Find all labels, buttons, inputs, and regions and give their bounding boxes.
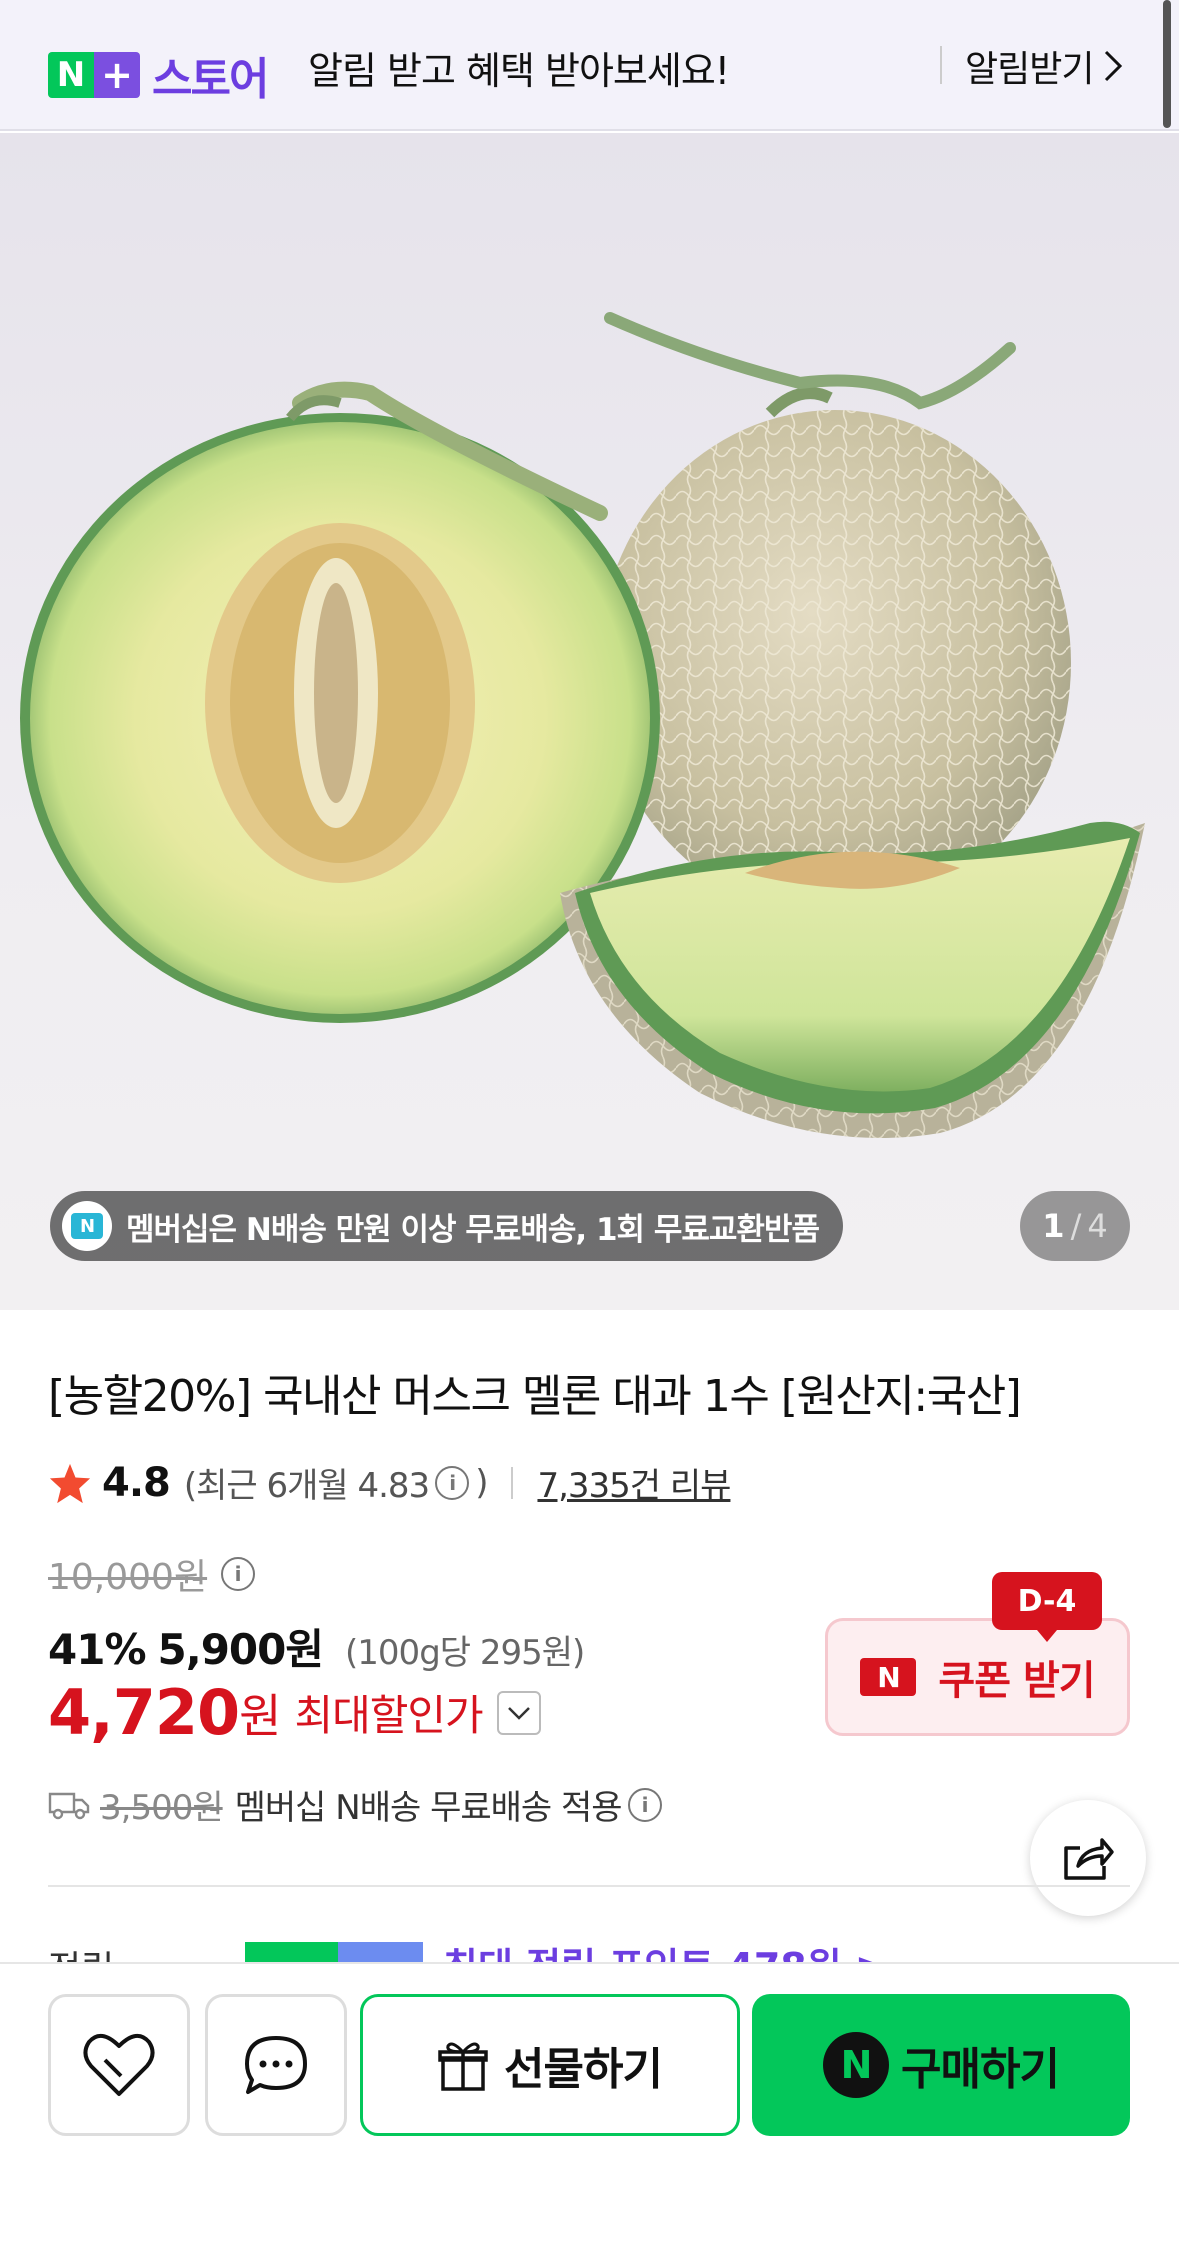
share-icon — [1064, 1838, 1114, 1880]
rating-score: 4.8 — [102, 1459, 171, 1506]
product-image-carousel[interactable]: N 멤버십은 N배송 만원 이상 무료배송, 1회 무료교환반품 1 / 4 — [0, 133, 1179, 1310]
discount-rate: 41% — [48, 1625, 147, 1674]
max-discount-row: 4,720 원 최대할인가 — [48, 1676, 541, 1749]
page-separator: / — [1070, 1207, 1082, 1245]
gift-button-label: 선물하기 — [504, 2044, 663, 2095]
shipping-fee: 3,500원 — [100, 1788, 224, 1828]
promo-text: 멤버십은 N배송 만원 이상 무료배송, 1회 무료교환반품 — [126, 1211, 820, 1248]
notification-button-label: 알림받기 — [965, 49, 1094, 90]
shipping-row: 3,500원 멤버십 N배송 무료배송 적용 i — [48, 1780, 668, 1829]
info-icon[interactable]: i — [435, 1465, 470, 1500]
gift-icon — [438, 2042, 488, 2091]
naver-coupon-icon: N — [860, 1658, 917, 1696]
n-delivery-icon-label: N — [71, 1213, 103, 1239]
page-total: 4 — [1087, 1207, 1108, 1245]
max-discount-won: 원 — [239, 1688, 281, 1743]
expand-discount-button[interactable] — [496, 1690, 541, 1735]
buy-button[interactable]: N 구매하기 — [752, 1994, 1130, 2136]
chat-bubble-icon — [245, 2036, 307, 2094]
star-icon — [49, 1463, 91, 1503]
coupon-label: 쿠폰 받기 — [938, 1658, 1095, 1704]
sale-price-row: 41% 5,900원 (100g당 295원) — [48, 1616, 585, 1677]
sale-price: 5,900원 — [157, 1625, 324, 1674]
price-info-icon[interactable]: i — [221, 1557, 256, 1591]
image-page-counter: 1 / 4 — [1020, 1191, 1130, 1261]
recent-rating-close: ) — [475, 1462, 488, 1503]
rating-divider — [511, 1466, 514, 1499]
scrollbar[interactable] — [1163, 0, 1171, 128]
points-text[interactable]: 최대 적립 포인트 478원 > — [443, 1940, 887, 1962]
review-count-link[interactable]: 7,335건 리뷰 — [537, 1458, 731, 1507]
notification-button[interactable]: 알림받기 — [965, 40, 1123, 92]
original-price-value: 10,000원 — [48, 1557, 208, 1598]
app-banner: N + 스토어 알림 받고 혜택 받아보세요! 알림받기 — [0, 0, 1179, 131]
chevron-down-icon — [507, 1706, 530, 1720]
nplus-store-logo: N + 스토어 — [48, 43, 269, 107]
truck-icon — [48, 1792, 90, 1819]
logo-plus: + — [94, 52, 140, 98]
wishlist-button[interactable] — [48, 1994, 190, 2136]
bottom-action-bar: 선물하기 N 구매하기 — [0, 1962, 1179, 2267]
banner-message: 알림 받고 혜택 받아보세요! — [308, 49, 730, 93]
banner-divider — [940, 46, 942, 84]
section-divider — [48, 1885, 1130, 1887]
melon-product-image — [20, 312, 1145, 1138]
logo-store-text: 스토어 — [152, 54, 269, 105]
chat-button[interactable] — [205, 1994, 347, 2136]
heart-icon — [83, 2034, 155, 2096]
shipping-info-icon[interactable]: i — [627, 1787, 662, 1822]
product-title: [농할20%] 국내산 머스크 멜론 대과 1수 [원산지:국산] — [48, 1371, 1022, 1422]
naver-pay-icon: N — [823, 2032, 890, 2098]
buy-button-label: 구매하기 — [901, 2044, 1060, 2095]
logo-n: N — [48, 52, 94, 98]
recent-rating: (최근 6개월 4.83 i ) — [183, 1458, 489, 1507]
dday-badge: D-4 — [992, 1572, 1102, 1642]
membership-badge-tag — [338, 1942, 423, 1962]
points-row: 적립 최대 적립 포인트 478원 > — [48, 1940, 1130, 1962]
unit-price: (100g당 295원) — [345, 1633, 585, 1673]
points-label: 적립 — [48, 1940, 114, 1962]
gift-button[interactable]: 선물하기 — [360, 1994, 740, 2136]
page-current: 1 — [1042, 1207, 1065, 1245]
max-discount-price: 4,720 — [48, 1676, 240, 1749]
n-delivery-icon: N — [62, 1201, 112, 1251]
coupon-button[interactable]: N 쿠폰 받기 — [825, 1618, 1130, 1736]
chevron-right-icon — [1105, 50, 1123, 82]
membership-promo-badge[interactable]: N 멤버십은 N배송 만원 이상 무료배송, 1회 무료교환반품 — [50, 1191, 843, 1261]
max-discount-label: 최대할인가 — [294, 1691, 483, 1740]
original-price: 10,000원 i — [48, 1548, 261, 1600]
share-button[interactable] — [1030, 1800, 1146, 1916]
shipping-text: 멤버십 N배송 무료배송 적용 — [234, 1788, 623, 1828]
recent-rating-text: (최근 6개월 4.83 — [183, 1466, 430, 1506]
rating-row: 4.8 (최근 6개월 4.83 i ) 7,335건 리뷰 — [48, 1458, 731, 1507]
